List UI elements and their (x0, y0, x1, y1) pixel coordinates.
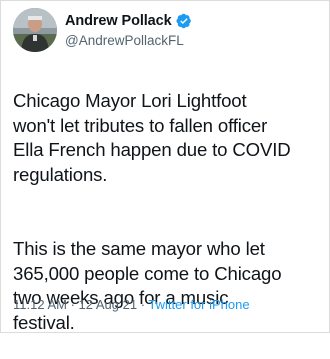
author-names: Andrew Pollack @AndrewPollackFL (65, 11, 192, 48)
tweet-date[interactable]: 12 Aug 21 (79, 297, 138, 312)
author-handle[interactable]: @AndrewPollackFL (65, 33, 192, 48)
meta-separator-2: · (137, 297, 149, 312)
avatar-photo-icon (13, 8, 57, 52)
meta-separator: · (66, 297, 79, 312)
tweet-header: Andrew Pollack @AndrewPollackFL (1, 1, 330, 61)
tweet-source-link[interactable]: Twitter for iPhone (148, 297, 249, 312)
tweet-card: Andrew Pollack @AndrewPollackFL Chicago … (0, 0, 330, 333)
tweet-paragraph-2: This is the same mayor who let 365,000 p… (13, 238, 282, 333)
avatar[interactable] (13, 8, 57, 52)
verified-badge-icon (176, 13, 192, 29)
tweet-time[interactable]: 11:12 AM (13, 297, 67, 312)
tweet-paragraph-1: Chicago Mayor Lori Lightfoot won't let t… (13, 90, 291, 185)
display-name[interactable]: Andrew Pollack (65, 13, 172, 29)
display-name-row: Andrew Pollack (65, 11, 192, 31)
tweet-meta: 11:12 AM · 12 Aug 21 · Twitter for iPhon… (13, 297, 250, 312)
tweet-body: Chicago Mayor Lori Lightfoot won't let t… (13, 65, 323, 359)
